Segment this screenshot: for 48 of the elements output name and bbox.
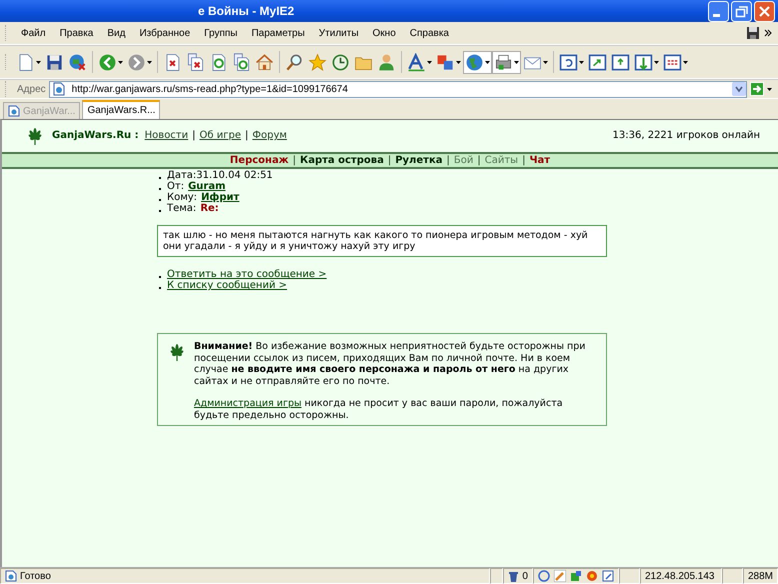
separator: | [292,155,296,166]
menu-item[interactable]: Справка [402,28,456,38]
warning-text: Администрация игры никогда не просит у вас ваши пароли, пожалуйста будьте предельно осторожны. [194,398,564,421]
separator: | [446,155,450,166]
action-link[interactable]: Ответить на это сообщение > [167,269,327,280]
nav-link[interactable]: Персонаж [230,155,289,166]
user-link[interactable]: Guram [188,181,226,192]
user-link[interactable]: Ифрит [201,192,240,203]
menu-item[interactable]: Файл [14,28,53,38]
site-name: GanjaWars.Ru : [52,130,139,141]
nav-link[interactable]: Карта острова [300,155,384,166]
action-link[interactable]: К списку сообщений > [167,280,288,291]
nav-link[interactable]: Рулетка [395,155,442,166]
nav-link[interactable]: Форум [252,130,287,141]
separator: | [522,155,526,166]
nav-link[interactable]: Новости [144,130,188,141]
address-label: Адрес [17,84,46,94]
address-field[interactable]: http://war.ganjawars.ru/sms-read.php?type=1&id=1099176674 [48,80,747,98]
nav-link[interactable]: Чат [529,155,550,166]
separator: | [192,130,196,141]
nav-link[interactable]: Сайты [484,155,518,166]
menu-item[interactable]: Группы [197,28,244,38]
separator: | [388,155,392,166]
field-label: Кому: [167,192,198,203]
memory-usage: 288M [742,568,778,584]
menu-item[interactable]: Окно [366,28,403,38]
window-title: е Войны - MyIE2 [198,4,296,18]
field-label: Дата:31.10.04 02:51 [167,170,273,181]
warning-text: Внимание! Во избежание возможных неприятностей будьте осторожны при посещении ссылок из писем, приходящих Вам по личной почте. Ни в коем случае не вводите имя своего персонажа и пароль от него на других сайтах и не отправляйте его по почте. [194,341,586,387]
admin-link[interactable]: Администрация игры [194,398,302,409]
field-label: От: [167,181,184,192]
message-body: так шлю - но меня пытаются нагнуть как какого то пионера игровым методом - хуй они угадали - я уйду и я уничтожу нахуй эту игру [157,225,607,257]
tab[interactable]: GanjaWars.R... [82,100,160,119]
menu-item[interactable]: Утилиты [312,28,366,38]
online-status: 13:36, 2221 игроков онлайн [612,130,760,141]
separator: | [477,155,481,166]
subject-value: Re: [200,203,219,214]
nav-link[interactable]: Об игре [200,130,241,141]
menu-item[interactable]: Правка [52,28,100,38]
trash-counter[interactable]: 0 [503,568,533,584]
status-text: Готово [0,568,490,584]
ip-address: 212.48.205.143 [640,568,722,584]
menu-item[interactable]: Избранное [132,28,198,38]
menu-item[interactable]: Вид [100,28,132,38]
separator: | [245,130,248,141]
menu-item[interactable]: Параметры [244,28,312,38]
field-label: Тема: [167,203,196,214]
nav-link[interactable]: Бой [454,155,474,166]
